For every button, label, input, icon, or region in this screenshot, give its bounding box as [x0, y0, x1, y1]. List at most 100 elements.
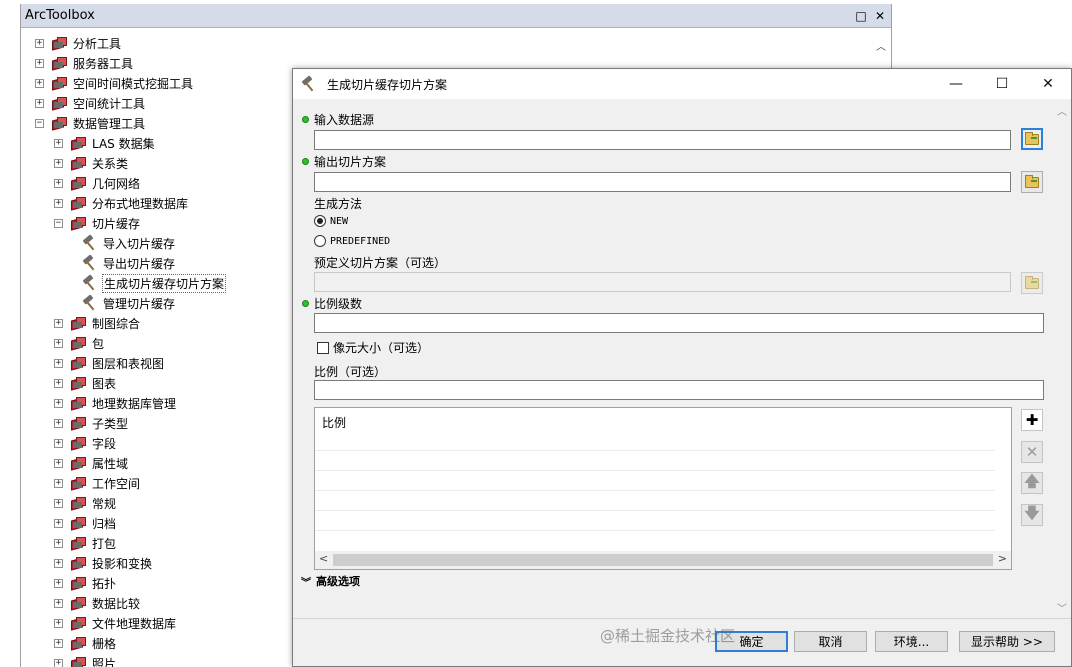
tree-item[interactable]: + 文件地理数据库 — [54, 613, 177, 633]
input-source-field[interactable] — [314, 130, 1011, 150]
tree-item[interactable]: + 服务器工具 — [35, 53, 134, 73]
scroll-down-icon[interactable]: ﹀ — [1057, 600, 1067, 615]
tree-item[interactable]: + 拓扑 — [54, 573, 117, 593]
tree-item[interactable]: − 切片缓存 — [54, 213, 141, 233]
tree-item[interactable]: + 分布式地理数据库 — [54, 193, 189, 213]
table-row[interactable] — [315, 470, 995, 490]
collapse-icon[interactable]: − — [54, 218, 63, 228]
table-row[interactable] — [315, 450, 995, 470]
tree-item[interactable]: + 几何网络 — [54, 173, 141, 193]
advanced-options-toggle[interactable]: ︾ 高级选项 — [301, 573, 360, 589]
tree-item[interactable]: + 空间时间模式挖掘工具 — [35, 73, 194, 93]
expand-icon[interactable]: + — [54, 338, 63, 348]
expand-icon[interactable]: + — [54, 538, 63, 548]
tree-item[interactable]: + 分析工具 — [35, 33, 122, 53]
expand-icon[interactable]: + — [54, 158, 63, 168]
expand-icon[interactable]: + — [54, 138, 63, 148]
expand-icon[interactable]: + — [54, 358, 63, 368]
tree-item[interactable]: + 照片 — [54, 653, 117, 667]
move-up-button[interactable]: 🡅 — [1021, 472, 1043, 494]
tree-item[interactable]: + 工作空间 — [54, 473, 141, 493]
close-button[interactable]: ✕ — [1025, 69, 1071, 99]
expand-icon[interactable]: + — [54, 498, 63, 508]
tree-item[interactable]: + 常规 — [54, 493, 117, 513]
expand-icon[interactable]: + — [54, 378, 63, 388]
scroll-up-icon[interactable]: ︿ — [1057, 103, 1067, 118]
horizontal-scrollbar[interactable]: < > — [315, 551, 1011, 569]
scale-table[interactable]: 比例 < > — [314, 407, 1012, 570]
expand-icon[interactable]: + — [54, 318, 63, 328]
tree-item[interactable]: + 数据比较 — [54, 593, 141, 613]
show-help-button[interactable]: 显示帮助 >> — [959, 631, 1055, 652]
tree-item[interactable]: + 空间统计工具 — [35, 93, 146, 113]
tree-item-label: 属性域 — [92, 456, 129, 471]
expand-icon[interactable]: + — [54, 478, 63, 488]
tree-item[interactable]: + 图表 — [54, 373, 117, 393]
tree-item[interactable]: + 制图综合 — [54, 313, 141, 333]
expand-icon[interactable]: + — [54, 438, 63, 448]
tree-item[interactable]: + 包 — [54, 333, 105, 353]
dialog-scrollbar[interactable]: ︿ ﹀ — [1053, 99, 1071, 619]
expand-icon[interactable]: + — [35, 78, 44, 88]
tree-item[interactable]: 生成切片缓存切片方案 — [76, 273, 227, 293]
tree-item[interactable]: + 子类型 — [54, 413, 129, 433]
tree-item[interactable]: + 字段 — [54, 433, 117, 453]
maximize-button[interactable]: ☐ — [979, 69, 1025, 99]
add-scale-button[interactable]: ✚ — [1021, 409, 1043, 431]
expand-icon[interactable]: + — [35, 58, 44, 68]
scroll-thumb[interactable] — [333, 554, 993, 566]
tree-item[interactable]: + 图层和表视图 — [54, 353, 165, 373]
cancel-button[interactable]: 取消 — [794, 631, 867, 652]
tree-item[interactable]: + 属性域 — [54, 453, 129, 473]
table-row[interactable] — [315, 510, 995, 530]
expand-icon[interactable]: + — [54, 418, 63, 428]
tree-item[interactable]: + 地理数据库管理 — [54, 393, 177, 413]
expand-icon[interactable]: + — [54, 638, 63, 648]
expand-icon[interactable]: + — [35, 98, 44, 108]
ok-button[interactable]: 确定 — [715, 631, 788, 652]
restore-icon[interactable]: □ — [853, 8, 869, 24]
output-scheme-field[interactable] — [314, 172, 1011, 192]
expand-icon[interactable]: + — [54, 518, 63, 528]
collapse-icon[interactable]: − — [35, 118, 44, 128]
scroll-left-icon[interactable]: < — [319, 552, 328, 565]
scale-levels-field[interactable] — [314, 313, 1044, 333]
tree-item[interactable]: + 打包 — [54, 533, 117, 553]
scroll-up-icon[interactable]: ︿ — [876, 38, 886, 53]
remove-scale-button[interactable]: ✕ — [1021, 441, 1043, 463]
expand-icon[interactable]: + — [54, 398, 63, 408]
table-row[interactable] — [315, 530, 995, 550]
expand-icon[interactable]: + — [54, 578, 63, 588]
expand-icon[interactable]: + — [54, 618, 63, 628]
scales-field[interactable] — [314, 380, 1044, 400]
tree-item[interactable]: − 数据管理工具 — [35, 113, 146, 133]
tree-item[interactable]: + 关系类 — [54, 153, 129, 173]
scroll-right-icon[interactable]: > — [998, 552, 1007, 565]
tree-item[interactable]: 管理切片缓存 — [76, 293, 176, 313]
browse-output-button[interactable] — [1021, 171, 1043, 193]
expand-icon[interactable]: + — [54, 178, 63, 188]
tree-item[interactable]: 导出切片缓存 — [76, 253, 176, 273]
expand-icon[interactable]: + — [54, 458, 63, 468]
expand-icon[interactable]: + — [54, 198, 63, 208]
tree-item[interactable]: + 归档 — [54, 513, 117, 533]
expand-icon[interactable]: + — [54, 598, 63, 608]
table-row[interactable] — [315, 490, 995, 510]
method-new-radio[interactable]: NEW — [314, 215, 348, 227]
expand-icon[interactable]: + — [35, 38, 44, 48]
tree-item[interactable]: + LAS 数据集 — [54, 133, 156, 153]
browse-input-button[interactable] — [1021, 128, 1043, 150]
environments-button[interactable]: 环境... — [875, 631, 948, 652]
tree-item[interactable]: + 投影和变换 — [54, 553, 153, 573]
move-down-button[interactable]: 🡇 — [1021, 504, 1043, 526]
tree-item[interactable]: + 栅格 — [54, 633, 117, 653]
expand-icon[interactable]: + — [54, 558, 63, 568]
method-predefined-radio[interactable]: PREDEFINED — [314, 235, 390, 247]
tree-item[interactable]: 导入切片缓存 — [76, 233, 176, 253]
tree-item-label: 打包 — [92, 536, 117, 551]
minimize-button[interactable]: — — [933, 69, 979, 99]
close-icon[interactable]: ✕ — [872, 8, 888, 24]
toolset-icon — [71, 536, 87, 551]
cell-size-checkbox[interactable]: 像元大小（可选） — [317, 339, 429, 356]
expand-icon[interactable]: + — [54, 658, 63, 667]
